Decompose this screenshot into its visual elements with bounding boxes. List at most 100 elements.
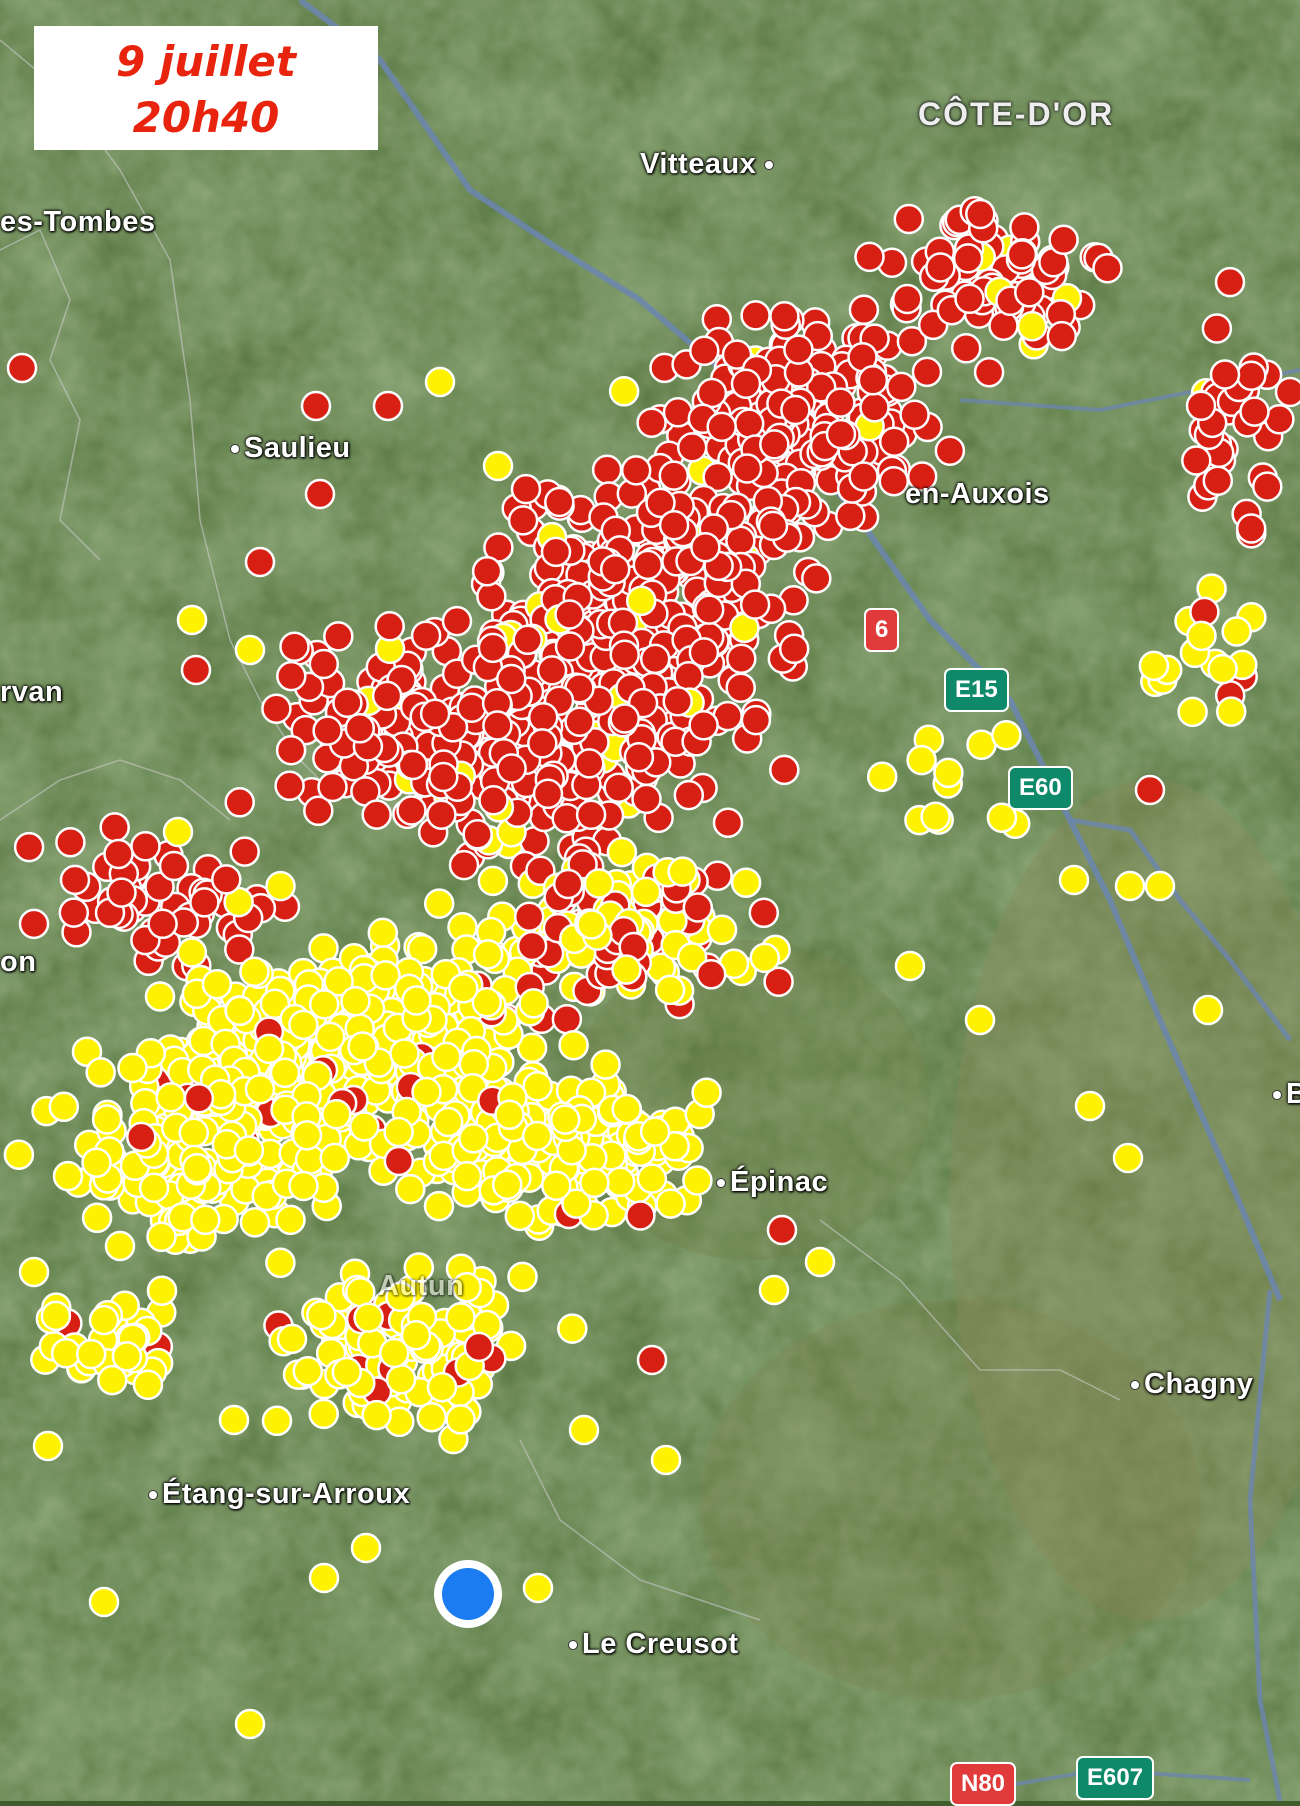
red-marker[interactable] — [332, 687, 363, 718]
red-marker[interactable] — [730, 368, 762, 399]
red-marker[interactable] — [859, 392, 890, 423]
red-marker[interactable] — [1201, 313, 1233, 344]
red-marker[interactable] — [371, 680, 403, 712]
yellow-marker[interactable] — [176, 937, 208, 968]
yellow-marker[interactable] — [401, 985, 432, 1016]
red-marker[interactable] — [911, 356, 943, 388]
yellow-marker[interactable] — [244, 1073, 276, 1105]
red-marker[interactable] — [973, 356, 1005, 388]
red-marker[interactable] — [512, 624, 543, 656]
yellow-marker[interactable] — [625, 585, 657, 617]
yellow-marker[interactable] — [445, 1302, 476, 1333]
yellow-marker[interactable] — [411, 1076, 442, 1108]
yellow-marker[interactable] — [88, 1304, 120, 1336]
yellow-marker[interactable] — [331, 1356, 363, 1388]
red-marker[interactable] — [130, 831, 161, 862]
red-marker[interactable] — [769, 754, 800, 786]
red-marker[interactable] — [783, 334, 814, 365]
red-marker[interactable] — [180, 654, 212, 686]
red-marker[interactable] — [126, 1121, 157, 1153]
yellow-marker[interactable] — [85, 1057, 116, 1088]
red-marker[interactable] — [18, 908, 50, 940]
yellow-marker[interactable] — [224, 995, 256, 1027]
yellow-marker[interactable] — [1144, 870, 1176, 902]
yellow-marker[interactable] — [308, 1398, 339, 1430]
red-marker[interactable] — [950, 333, 982, 364]
yellow-marker[interactable] — [234, 1708, 266, 1740]
red-marker[interactable] — [106, 877, 137, 908]
yellow-marker[interactable] — [894, 950, 926, 982]
red-marker[interactable] — [428, 761, 459, 793]
red-marker[interactable] — [482, 710, 513, 741]
yellow-marker[interactable] — [458, 1123, 489, 1154]
red-marker[interactable] — [733, 408, 765, 439]
red-marker[interactable] — [496, 663, 527, 695]
yellow-marker[interactable] — [608, 376, 640, 407]
red-marker[interactable] — [1252, 471, 1283, 502]
red-marker[interactable] — [1181, 445, 1212, 476]
yellow-marker[interactable] — [18, 1256, 50, 1288]
red-marker[interactable] — [748, 897, 780, 929]
red-marker[interactable] — [848, 461, 879, 492]
yellow-marker[interactable] — [1192, 994, 1224, 1026]
yellow-marker[interactable] — [1074, 1090, 1106, 1122]
red-marker[interactable] — [312, 715, 343, 746]
red-marker[interactable] — [1209, 359, 1241, 390]
red-marker[interactable] — [878, 426, 910, 457]
yellow-marker[interactable] — [146, 1275, 178, 1306]
yellow-marker[interactable] — [611, 954, 642, 985]
yellow-marker[interactable] — [347, 1031, 378, 1062]
red-marker[interactable] — [599, 553, 631, 585]
red-marker[interactable] — [496, 753, 527, 784]
yellow-marker[interactable] — [521, 1120, 553, 1152]
red-marker[interactable] — [396, 795, 427, 826]
red-marker[interactable] — [925, 252, 956, 283]
yellow-marker[interactable] — [491, 1169, 523, 1200]
red-marker[interactable] — [426, 799, 457, 830]
yellow-marker[interactable] — [1016, 310, 1048, 342]
yellow-marker[interactable] — [451, 1160, 483, 1192]
red-marker[interactable] — [103, 838, 134, 870]
red-marker[interactable] — [544, 486, 575, 518]
yellow-marker[interactable] — [541, 1170, 572, 1201]
yellow-marker[interactable] — [190, 1204, 221, 1236]
red-marker[interactable] — [690, 531, 721, 563]
red-marker[interactable] — [410, 620, 442, 651]
yellow-marker[interactable] — [1138, 650, 1170, 682]
red-marker[interactable] — [1006, 239, 1038, 270]
red-marker[interactable] — [513, 901, 545, 932]
yellow-marker[interactable] — [104, 1230, 136, 1262]
yellow-marker[interactable] — [583, 868, 615, 899]
yellow-marker[interactable] — [349, 1111, 380, 1142]
red-marker[interactable] — [658, 460, 690, 491]
red-marker[interactable] — [158, 850, 190, 882]
yellow-marker[interactable] — [48, 1091, 80, 1123]
red-marker[interactable] — [308, 648, 340, 680]
red-marker[interactable] — [274, 770, 305, 802]
red-marker[interactable] — [1214, 266, 1246, 298]
red-marker[interactable] — [801, 563, 832, 594]
red-marker[interactable] — [183, 1083, 215, 1114]
yellow-marker[interactable] — [403, 1252, 435, 1283]
yellow-marker[interactable] — [395, 1173, 426, 1205]
yellow-marker[interactable] — [88, 1586, 120, 1618]
red-marker[interactable] — [825, 418, 857, 450]
red-marker[interactable] — [456, 692, 487, 723]
yellow-marker[interactable] — [579, 1167, 610, 1199]
red-marker[interactable] — [706, 411, 737, 443]
red-marker[interactable] — [780, 394, 811, 426]
red-marker[interactable] — [448, 849, 480, 881]
red-marker[interactable] — [552, 868, 584, 900]
yellow-marker[interactable] — [451, 1272, 483, 1303]
yellow-marker[interactable] — [920, 801, 951, 832]
yellow-marker[interactable] — [162, 816, 194, 848]
yellow-marker[interactable] — [730, 867, 762, 898]
red-marker[interactable] — [478, 785, 509, 816]
red-marker[interactable] — [769, 301, 800, 332]
yellow-marker[interactable] — [1177, 696, 1208, 728]
red-marker[interactable] — [510, 473, 542, 505]
red-marker[interactable] — [147, 908, 178, 940]
yellow-marker[interactable] — [201, 968, 233, 1000]
map-canvas[interactable] — [0, 0, 1300, 1801]
red-marker[interactable] — [739, 589, 771, 620]
